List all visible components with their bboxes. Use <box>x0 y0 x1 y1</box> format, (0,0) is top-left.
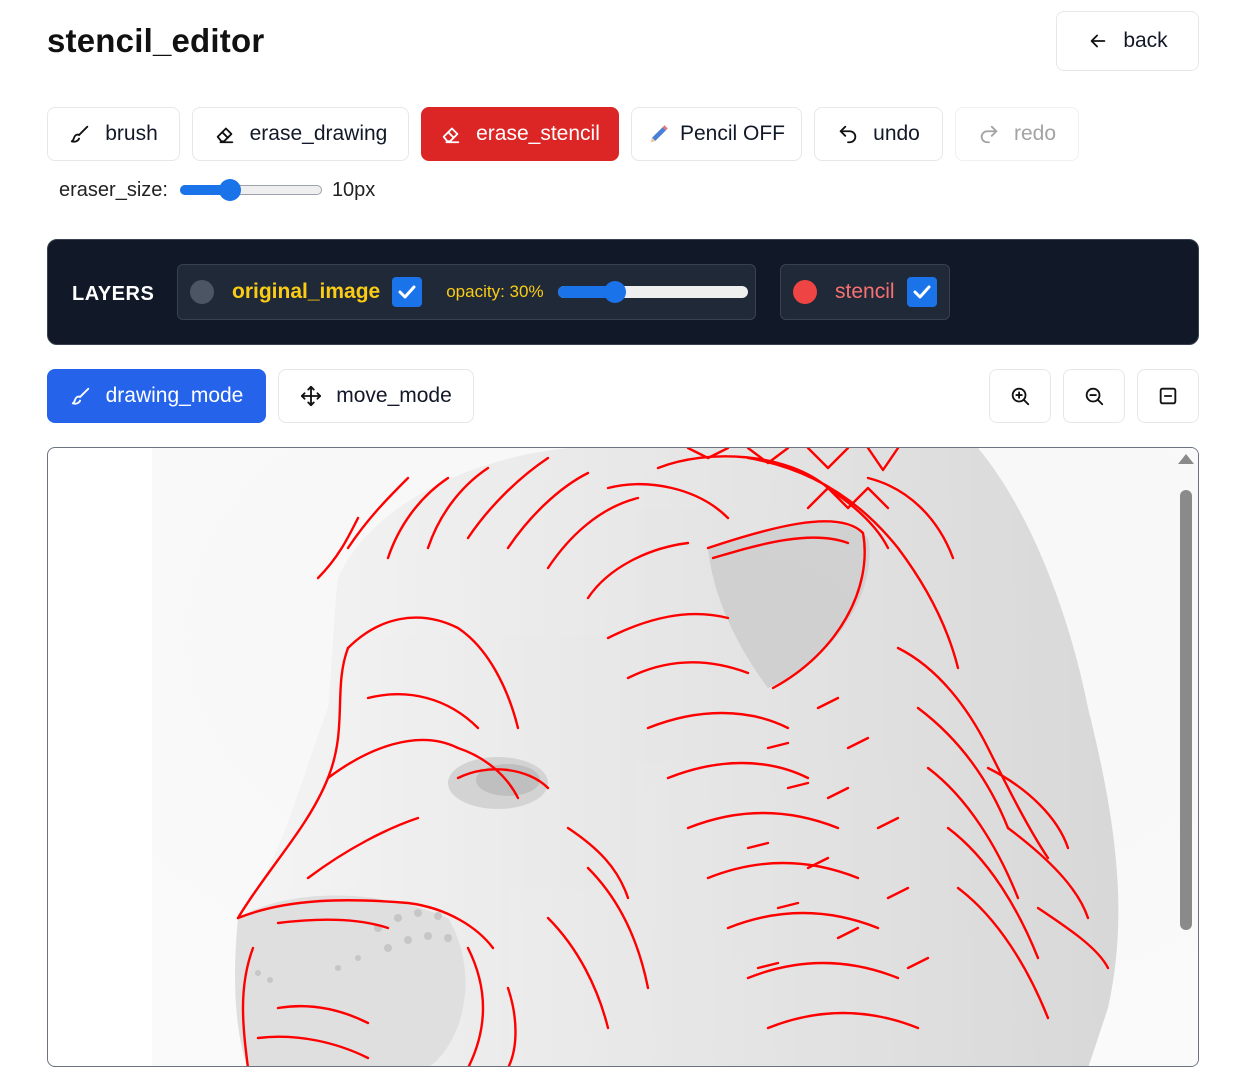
undo-icon <box>839 125 857 144</box>
undo-label: undo <box>873 122 920 145</box>
eraser-icon <box>216 127 233 144</box>
redo-button[interactable]: redo <box>955 107 1079 161</box>
eraser-size-slider[interactable] <box>179 178 322 202</box>
check-icon <box>398 285 416 299</box>
eraser-size-control: eraser_size: 10px <box>59 176 375 204</box>
lion-relief-image <box>235 448 1119 1066</box>
move-mode-button[interactable]: move_mode <box>278 369 474 423</box>
zoom-out-button[interactable] <box>1063 369 1125 423</box>
opacity-label: opacity: 30% <box>446 282 544 301</box>
layer-name: original_image <box>232 280 381 303</box>
erase-stencil-button[interactable]: erase_stencil <box>421 107 619 161</box>
pencil-label: Pencil OFF <box>679 122 786 145</box>
move-icon <box>301 385 322 407</box>
page-title: stencil_editor <box>47 22 265 59</box>
redo-icon <box>980 125 998 144</box>
layer-color-dot <box>793 280 817 304</box>
brush-icon <box>71 125 89 143</box>
erase-stencil-label: erase_stencil <box>476 122 600 145</box>
eraser-icon <box>442 127 460 144</box>
opacity-slider[interactable] <box>557 280 748 304</box>
brush-icon <box>71 387 89 405</box>
erase-drawing-button[interactable]: erase_drawing <box>192 107 409 161</box>
back-button[interactable]: back <box>1056 11 1199 71</box>
canvas-artwork[interactable] <box>48 448 1199 1067</box>
zoom-in-icon <box>1011 387 1030 406</box>
drawing-canvas[interactable] <box>47 447 1199 1067</box>
layer-original-image: original_image opacity: 30% <box>177 264 756 320</box>
eraser-size-value: 10px <box>331 178 376 201</box>
drawing-mode-label: drawing_mode <box>105 384 244 407</box>
brush-label: brush <box>105 122 158 145</box>
back-label: back <box>1123 29 1168 52</box>
layers-heading: LAYERS <box>72 283 155 305</box>
vertical-scrollbar[interactable] <box>1180 490 1192 930</box>
slider-thumb[interactable] <box>603 281 626 303</box>
slider-thumb[interactable] <box>218 179 241 201</box>
eraser-size-label: eraser_size: <box>59 178 168 201</box>
layer-visibility-checkbox[interactable] <box>392 277 423 307</box>
fit-screen-icon <box>1159 387 1177 405</box>
zoom-out-icon <box>1085 387 1104 406</box>
scroll-up-arrow[interactable] <box>1178 454 1194 464</box>
layer-stencil: stencil <box>780 264 950 320</box>
brush-button[interactable]: brush <box>47 107 180 161</box>
zoom-in-button[interactable] <box>989 369 1051 423</box>
check-icon <box>913 285 931 299</box>
erase-drawing-label: erase_drawing <box>249 122 388 145</box>
pencil-icon <box>650 125 668 143</box>
layer-name: stencil <box>835 280 895 303</box>
pencil-toggle-button[interactable]: Pencil OFF <box>631 107 802 161</box>
layers-panel: LAYERS original_image opacity: 30% stenc… <box>47 239 1199 345</box>
arrow-left-icon <box>1090 34 1106 48</box>
redo-label: redo <box>1013 122 1057 145</box>
move-mode-label: move_mode <box>336 384 452 407</box>
layer-color-dot <box>190 280 214 304</box>
undo-button[interactable]: undo <box>814 107 943 161</box>
layer-visibility-checkbox[interactable] <box>906 277 937 307</box>
fit-screen-button[interactable] <box>1137 369 1199 423</box>
drawing-mode-button[interactable]: drawing_mode <box>47 369 266 423</box>
